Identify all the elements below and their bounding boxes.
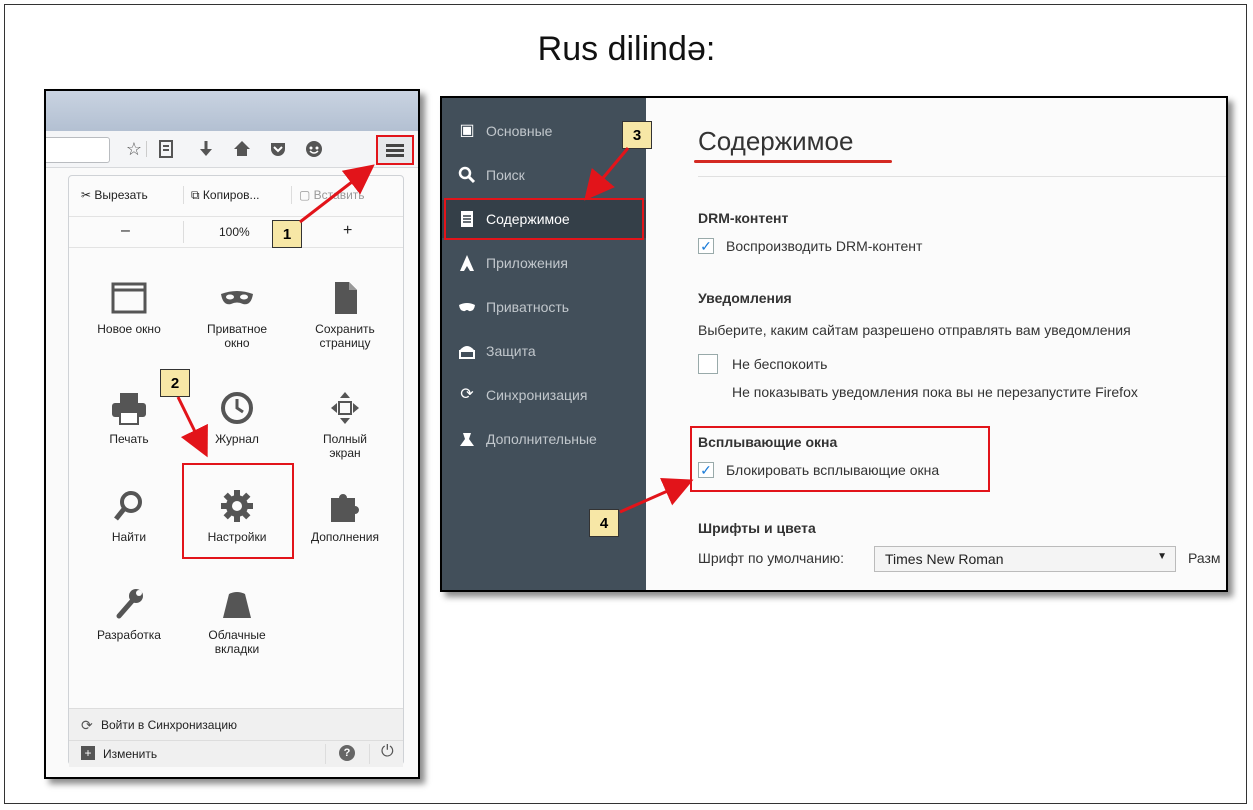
settings-highlight-box: [182, 463, 294, 559]
zoom-reset-button[interactable]: 100%: [219, 225, 250, 239]
printer-icon: [109, 390, 149, 426]
bookmarks-list-icon[interactable]: [156, 139, 176, 159]
content-heading: Содержимое: [698, 126, 854, 156]
bookmark-star-icon[interactable]: ☆: [124, 139, 144, 159]
default-font-label: Шрифт по умолчанию:: [698, 550, 845, 566]
cloud-tabs-icon: [217, 586, 257, 622]
menu-item-new-window[interactable]: Новое окно: [79, 280, 179, 336]
menu-item-label: Разработка: [97, 628, 161, 642]
hello-chat-icon[interactable]: [304, 139, 324, 159]
applications-icon: [458, 254, 476, 272]
mask-icon: [217, 280, 257, 316]
menu-item-addons[interactable]: Дополнения: [295, 488, 395, 544]
do-not-disturb-note: Не показывать уведомления пока вы не пер…: [732, 384, 1138, 400]
customize-row: + Изменить ? ⏻: [69, 740, 403, 767]
sync-icon: ⟳: [460, 386, 474, 403]
callout-1: 1: [272, 220, 302, 248]
security-icon: [458, 342, 476, 360]
drm-checkbox-label[interactable]: Воспроизводить DRM-контент: [726, 238, 922, 254]
download-icon[interactable]: [196, 139, 216, 159]
fonts-section-title: Шрифты и цвета: [698, 520, 816, 536]
sync-icon: ⟳: [81, 717, 93, 733]
menu-item-label: Найти: [111, 530, 147, 544]
tab-bar: [46, 91, 418, 131]
menu-item-history[interactable]: Журнал: [187, 390, 287, 446]
firefox-menu-screenshot: ☆ ✂ Вырезать ⧉ Копиров... ▢ Вставить – 1…: [44, 89, 420, 779]
menu-item-label: Облачные вкладки: [208, 628, 266, 656]
cut-button[interactable]: ✂ Вырезать: [81, 188, 148, 202]
privacy-icon: [458, 298, 476, 316]
heading-divider: [698, 176, 1226, 177]
paste-button[interactable]: ▢ Вставить: [299, 188, 365, 202]
home-icon[interactable]: [232, 139, 252, 159]
copy-button[interactable]: ⧉ Копиров...: [191, 188, 260, 203]
menu-item-label: Сохранить страницу: [315, 322, 375, 350]
content-tab-highlight-box: [444, 198, 644, 240]
menu-item-print[interactable]: Печать: [79, 390, 179, 446]
puzzle-icon: [325, 488, 365, 524]
firefox-options-screenshot: ▣ Основные Поиск Содержимое Приложения П…: [440, 96, 1228, 592]
fullscreen-icon: [325, 390, 365, 426]
default-font-value: Times New Roman: [885, 551, 1004, 567]
sync-signin-label: Войти в Синхронизацию: [101, 718, 238, 732]
menu-item-developer[interactable]: Разработка: [79, 586, 179, 642]
hamburger-menu-button[interactable]: [376, 135, 414, 165]
menu-item-fullscreen[interactable]: Полный экран: [295, 390, 395, 460]
heading-underline: [694, 160, 892, 163]
sidebar-item-security[interactable]: Защита: [442, 332, 646, 370]
notifications-description: Выберите, каким сайтам разрешено отправл…: [698, 322, 1131, 338]
help-icon[interactable]: ?: [339, 745, 355, 761]
sync-signin-row[interactable]: ⟳ Войти в Синхронизацию: [69, 708, 403, 741]
menu-item-find[interactable]: Найти: [79, 488, 179, 544]
url-bar[interactable]: [46, 137, 110, 163]
page-title: Rus dilində:: [537, 30, 716, 68]
zoom-in-button[interactable]: +: [343, 222, 352, 240]
menu-item-private-window[interactable]: Приватное окно: [187, 280, 287, 350]
options-content: Содержимое DRM-контент ✓ Воспроизводить …: [646, 98, 1226, 590]
callout-2: 2: [160, 369, 190, 397]
callout-3: 3: [622, 121, 652, 149]
clock-icon: [217, 390, 257, 426]
zoom-controls: – 100% +: [69, 216, 403, 248]
edit-controls: ✂ Вырезать ⧉ Копиров... ▢ Вставить: [69, 180, 403, 210]
advanced-icon: [458, 430, 476, 448]
sidebar-item-general[interactable]: ▣ Основные: [442, 112, 646, 150]
menu-item-label: Дополнения: [311, 530, 379, 544]
sidebar-item-privacy[interactable]: Приватность: [442, 288, 646, 326]
sidebar-item-advanced[interactable]: Дополнительные: [442, 420, 646, 458]
notifications-section-title: Уведомления: [698, 290, 792, 306]
power-icon[interactable]: ⏻: [381, 743, 394, 761]
search-icon: [458, 166, 476, 184]
zoom-out-button[interactable]: –: [121, 222, 130, 240]
drm-section-title: DRM-контент: [698, 210, 789, 226]
menu-item-label: Журнал: [215, 432, 259, 446]
wrench-icon: [109, 586, 149, 622]
navigation-toolbar: ☆: [46, 131, 418, 168]
page-icon: [325, 280, 365, 316]
drm-checkbox[interactable]: ✓: [698, 238, 714, 254]
customize-button[interactable]: Изменить: [103, 747, 157, 761]
toolbar-separator: [146, 141, 147, 157]
pocket-icon[interactable]: [268, 139, 288, 159]
do-not-disturb-checkbox[interactable]: [698, 354, 718, 374]
menu-item-save-page[interactable]: Сохранить страницу: [295, 280, 395, 350]
plus-square-icon: +: [81, 746, 95, 760]
font-size-label: Разм: [1188, 550, 1221, 566]
sidebar-item-sync[interactable]: ⟳ Синхронизация: [442, 376, 646, 414]
popups-highlight-box: [690, 426, 990, 492]
magnifier-icon: [109, 488, 149, 524]
sidebar-item-search[interactable]: Поиск: [442, 156, 646, 194]
window-icon: [109, 280, 149, 316]
do-not-disturb-label[interactable]: Не беспокоить: [732, 356, 827, 372]
menu-item-label: Приватное окно: [206, 322, 268, 350]
general-icon: ▣: [459, 122, 475, 139]
menu-item-label: Печать: [109, 432, 149, 446]
callout-4: 4: [589, 509, 619, 537]
sidebar-item-applications[interactable]: Приложения: [442, 244, 646, 282]
default-font-select[interactable]: Times New Roman ▼: [874, 546, 1176, 572]
menu-item-label: Полный экран: [323, 432, 367, 460]
menu-item-label: Новое окно: [97, 322, 161, 336]
chevron-down-icon: ▼: [1157, 551, 1167, 562]
menu-item-cloud-tabs[interactable]: Облачные вкладки: [187, 586, 287, 656]
